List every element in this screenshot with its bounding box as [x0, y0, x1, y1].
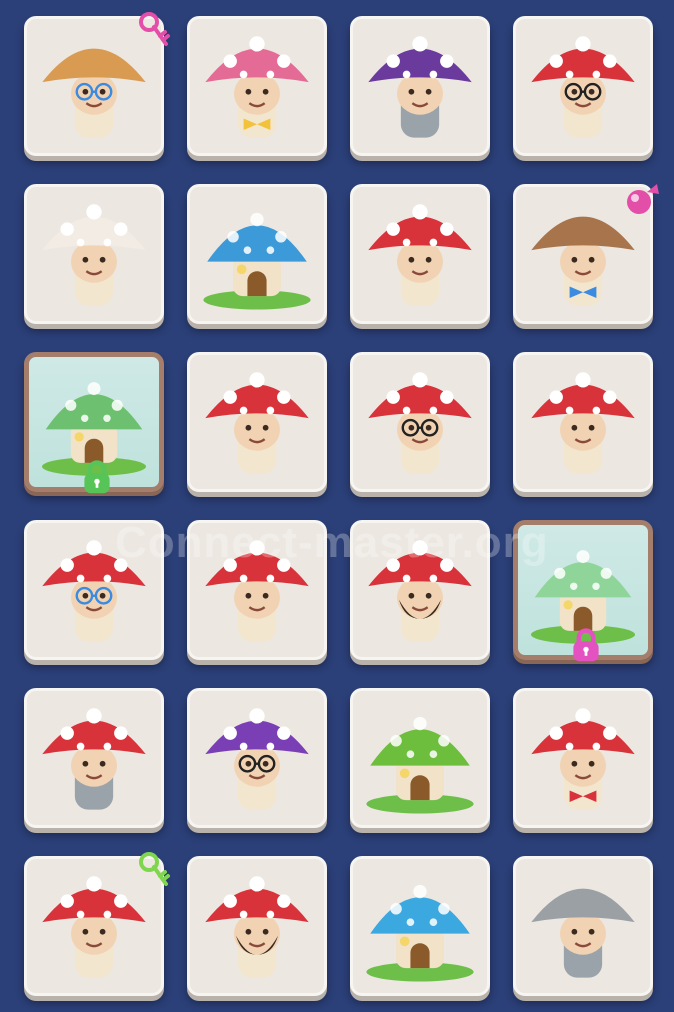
tile-r0-c1[interactable]	[187, 16, 327, 156]
mushroom-steel-knight-icon	[531, 888, 635, 978]
tile-r3-c3[interactable]	[513, 520, 653, 662]
mushroom-hoodie-icon	[205, 540, 309, 642]
lock-icon-shape	[84, 460, 110, 494]
mushroom-girl-red-hair-icon	[368, 204, 472, 306]
tile-r2-c3[interactable]	[513, 352, 653, 492]
tile-r1-c0[interactable]	[24, 184, 164, 324]
tile-r2-c2[interactable]	[350, 352, 490, 492]
tile-r4-c3[interactable]	[513, 688, 653, 828]
tile-r5-c1[interactable]	[187, 856, 327, 996]
tile-r0-c2[interactable]	[350, 16, 490, 156]
lock-icon	[79, 457, 115, 497]
tile-r2-c0[interactable]	[24, 352, 164, 494]
mushroom-bowtie-icon	[205, 36, 309, 138]
tile-r1-c1[interactable]	[187, 184, 327, 324]
tile-r5-c3[interactable]	[513, 856, 653, 996]
tile-r2-c1[interactable]	[187, 352, 327, 492]
magnet-icon	[625, 178, 661, 218]
tile-r1-c2[interactable]	[350, 184, 490, 324]
tile-r3-c0[interactable]	[24, 520, 164, 660]
tile-r4-c0[interactable]	[24, 688, 164, 828]
mushroom-man-glasses-icon	[531, 36, 635, 138]
mushroom-lumberjack-icon	[205, 876, 309, 978]
game-board	[0, 0, 674, 1012]
mushroom-house-green-icon	[366, 716, 474, 814]
key-icon	[136, 850, 172, 890]
tile-r5-c2[interactable]	[350, 856, 490, 996]
mushroom-purple-glasses-icon	[205, 708, 309, 810]
tile-r0-c3[interactable]	[513, 16, 653, 156]
lock-icon-shape	[573, 628, 599, 662]
mushroom-shield-knight-icon	[42, 708, 146, 810]
mushroom-microphone-icon	[205, 372, 309, 474]
lock-icon	[568, 625, 604, 665]
key-icon	[136, 10, 172, 50]
mushroom-girl-blonde-icon	[42, 204, 146, 306]
tile-r3-c1[interactable]	[187, 520, 327, 660]
tile-r4-c1[interactable]	[187, 688, 327, 828]
mushroom-straw-hat-icon	[42, 540, 146, 642]
mushroom-knight-icon	[368, 36, 472, 138]
tile-r4-c2[interactable]	[350, 688, 490, 828]
mushroom-house-cyan-icon	[366, 884, 474, 982]
tile-r3-c2[interactable]	[350, 520, 490, 660]
magnet-icon-shape	[627, 184, 659, 214]
key-icon-shape	[139, 12, 170, 46]
mushroom-red-bowtie-icon	[531, 708, 635, 810]
mushroom-nerd-icon	[368, 372, 472, 474]
mushroom-woman-blonde-icon	[531, 372, 635, 474]
mushroom-bearded-man-icon	[368, 540, 472, 642]
mushroom-house-blue-icon	[203, 212, 311, 310]
key-icon-shape	[139, 852, 170, 886]
